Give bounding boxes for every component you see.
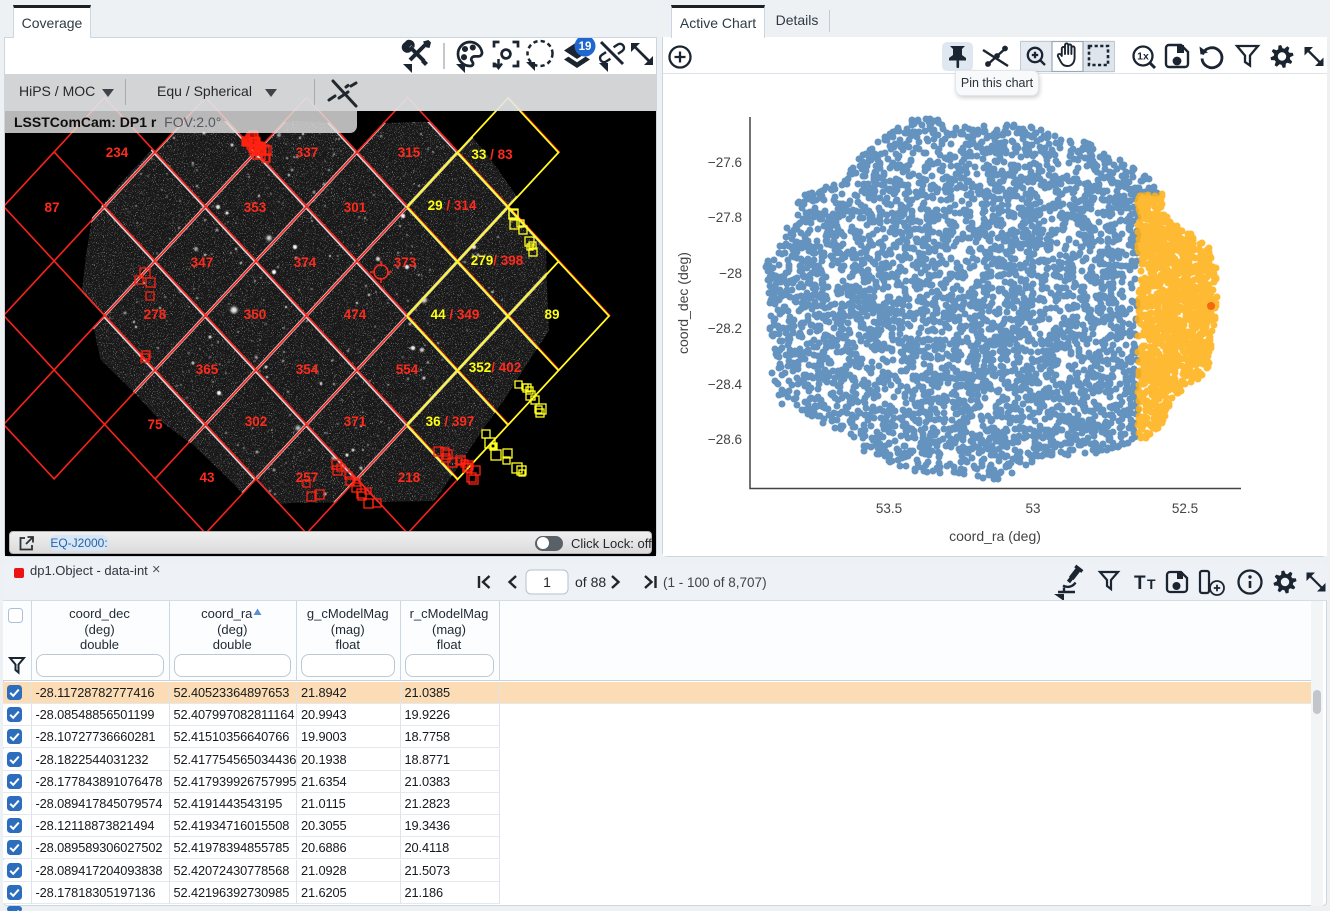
- svg-text:354: 354: [296, 362, 319, 377]
- svg-text:350: 350: [244, 307, 267, 322]
- svg-text:218: 218: [398, 470, 421, 485]
- svg-text:T: T: [1134, 573, 1146, 594]
- svg-text:53.5: 53.5: [876, 501, 902, 516]
- svg-text:87: 87: [44, 200, 59, 215]
- svg-text:T: T: [1147, 576, 1156, 592]
- svg-text:315: 315: [398, 145, 421, 160]
- svg-text:19: 19: [579, 41, 592, 53]
- svg-text:474: 474: [344, 307, 367, 322]
- svg-text:347: 347: [191, 255, 214, 270]
- svg-text:coord_ra (deg): coord_ra (deg): [949, 528, 1041, 544]
- svg-text:554: 554: [396, 362, 419, 377]
- svg-text:1x: 1x: [1137, 51, 1149, 63]
- svg-text:33 / 83: 33 / 83: [471, 147, 513, 162]
- svg-text:352/ 402: 352/ 402: [469, 360, 522, 375]
- svg-text:29 / 314: 29 / 314: [428, 198, 477, 213]
- svg-text:−27.6: −27.6: [708, 155, 742, 170]
- svg-text:coord_dec (deg): coord_dec (deg): [675, 252, 691, 354]
- svg-text:44 / 349: 44 / 349: [431, 307, 480, 322]
- svg-text:371: 371: [344, 414, 367, 429]
- svg-text:301: 301: [344, 200, 367, 215]
- svg-text:278: 278: [144, 307, 167, 322]
- svg-text:−28.4: −28.4: [708, 377, 743, 392]
- svg-text:302: 302: [245, 414, 268, 429]
- svg-text:1: 1: [543, 574, 551, 590]
- svg-text:−28: −28: [719, 266, 742, 281]
- svg-text:of 88: of 88: [575, 574, 606, 590]
- svg-text:(1 - 100 of 8,707): (1 - 100 of 8,707): [663, 575, 767, 590]
- svg-text:36 / 397: 36 / 397: [426, 414, 475, 429]
- svg-text:337: 337: [296, 145, 319, 160]
- svg-text:75: 75: [147, 417, 163, 432]
- svg-text:373: 373: [394, 255, 417, 270]
- svg-text:−27.8: −27.8: [708, 210, 742, 225]
- svg-text:43: 43: [199, 470, 215, 485]
- svg-text:−28.2: −28.2: [708, 321, 742, 336]
- svg-text:279/ 398: 279/ 398: [471, 253, 524, 268]
- svg-text:−28.6: −28.6: [708, 432, 742, 447]
- svg-text:52.5: 52.5: [1172, 501, 1198, 516]
- svg-text:365: 365: [196, 362, 219, 377]
- svg-text:353: 353: [244, 200, 267, 215]
- svg-text:53: 53: [1025, 501, 1040, 516]
- svg-text:257: 257: [296, 470, 319, 485]
- svg-text:89: 89: [544, 307, 559, 322]
- svg-text:374: 374: [294, 255, 317, 270]
- svg-text:234: 234: [106, 145, 129, 160]
